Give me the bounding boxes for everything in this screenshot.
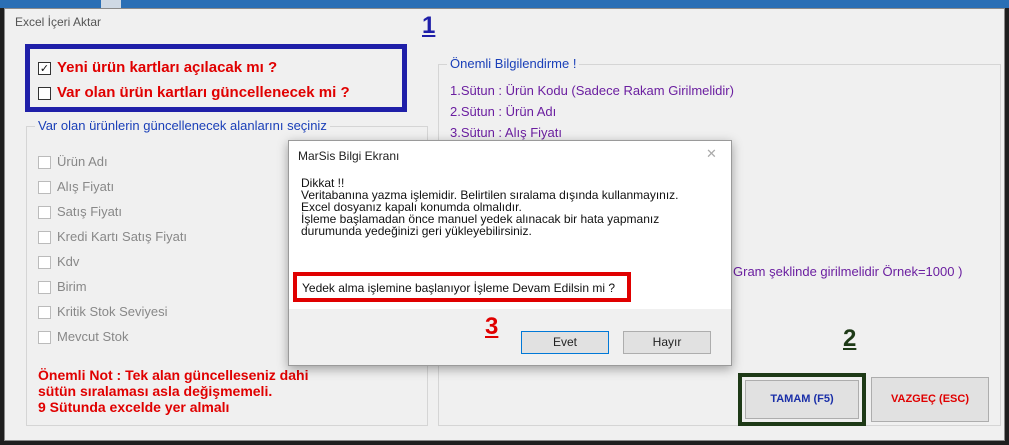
- field-kritik-stok-seviyesi[interactable]: Kritik Stok Seviyesi: [38, 299, 187, 324]
- ok-button[interactable]: TAMAM (F5): [745, 380, 859, 419]
- important-note: Önemli Not : Tek alan güncelleseniz dahi…: [38, 367, 308, 415]
- annotation-number-1: 1: [422, 12, 436, 39]
- field-birim[interactable]: Birim: [38, 274, 187, 299]
- field-checkbox[interactable]: [38, 281, 51, 295]
- update-fields-list: Ürün Adı Alış Fiyatı Satış Fiyatı Kredi …: [38, 149, 187, 349]
- field-checkbox[interactable]: [38, 181, 51, 195]
- dialog-question: Yedek alma işlemine başlanıyor İşleme De…: [302, 281, 616, 295]
- question-highlight: Yedek alma işlemine başlanıyor İşleme De…: [293, 272, 631, 302]
- ok-button-highlight: TAMAM (F5): [738, 373, 866, 426]
- update-cards-label: Var olan ürün kartları güncellenecek mi …: [57, 84, 350, 101]
- field-checkbox[interactable]: [38, 331, 51, 345]
- note-line-2: sütün sıralaması asla değişmemeli.: [38, 383, 273, 399]
- dialog-title: MarSis Bilgi Ekranı: [298, 149, 400, 163]
- import-options-box: Yeni ürün kartları açılacak mı ? Var ola…: [25, 44, 407, 112]
- cancel-button[interactable]: VAZGEÇ (ESC): [871, 377, 989, 422]
- update-fields-legend: Var olan ürünlerin güncellenecek alanlar…: [35, 118, 330, 133]
- yes-button[interactable]: Evet: [521, 331, 609, 354]
- field-checkbox[interactable]: [38, 231, 51, 245]
- window-title: Excel İçeri Aktar: [15, 15, 102, 29]
- update-cards-checkbox[interactable]: [38, 87, 51, 101]
- field-satis-fiyati[interactable]: Satış Fiyatı: [38, 199, 187, 224]
- note-line-3: 9 Sütunda excelde yer almalı: [38, 399, 230, 415]
- dialog-body: Dikkat !! Veritabanına yazma işlemidir. …: [289, 170, 731, 309]
- info-line-partial: Gram şeklinde girilmelidir Örnek=1000 ): [733, 264, 963, 279]
- field-alis-fiyati[interactable]: Alış Fiyatı: [38, 174, 187, 199]
- info-line-1: 1.Sütun : Ürün Kodu (Sadece Rakam Girilm…: [450, 83, 734, 98]
- close-icon[interactable]: ✕: [706, 147, 717, 162]
- background-titlebar-strip: [0, 0, 1009, 8]
- field-checkbox[interactable]: [38, 156, 51, 170]
- field-kdv[interactable]: Kdv: [38, 249, 187, 274]
- field-checkbox[interactable]: [38, 256, 51, 270]
- note-line-1: Önemli Not : Tek alan güncelleseniz dahi: [38, 367, 309, 383]
- no-button[interactable]: Hayır: [623, 331, 711, 354]
- field-mevcut-stok[interactable]: Mevcut Stok: [38, 324, 187, 349]
- field-checkbox[interactable]: [38, 206, 51, 220]
- field-kredi-karti-satis-fiyati[interactable]: Kredi Kartı Satış Fiyatı: [38, 224, 187, 249]
- info-line-2: 2.Sütun : Ürün Adı: [450, 104, 557, 119]
- field-urun-adi[interactable]: Ürün Adı: [38, 149, 187, 174]
- info-lines: 1.Sütun : Ürün Kodu (Sadece Rakam Girilm…: [450, 80, 734, 143]
- info-legend: Önemli Bilgilendirme !: [447, 56, 580, 71]
- info-dialog: MarSis Bilgi Ekranı ✕ Dikkat !! Veritaba…: [288, 140, 732, 366]
- annotation-number-3: 3: [485, 313, 499, 340]
- new-cards-option[interactable]: Yeni ürün kartları açılacak mı ?: [38, 59, 277, 76]
- new-cards-checkbox[interactable]: [38, 62, 51, 76]
- message-line-5: durumunda yedeğinizi geri yükleyebilirsi…: [301, 224, 532, 238]
- dialog-message: Dikkat !! Veritabanına yazma işlemidir. …: [301, 177, 679, 237]
- update-cards-option[interactable]: Var olan ürün kartları güncellenecek mi …: [38, 84, 350, 101]
- annotation-number-2: 2: [843, 325, 857, 352]
- field-checkbox[interactable]: [38, 306, 51, 320]
- new-cards-label: Yeni ürün kartları açılacak mı ?: [57, 59, 278, 76]
